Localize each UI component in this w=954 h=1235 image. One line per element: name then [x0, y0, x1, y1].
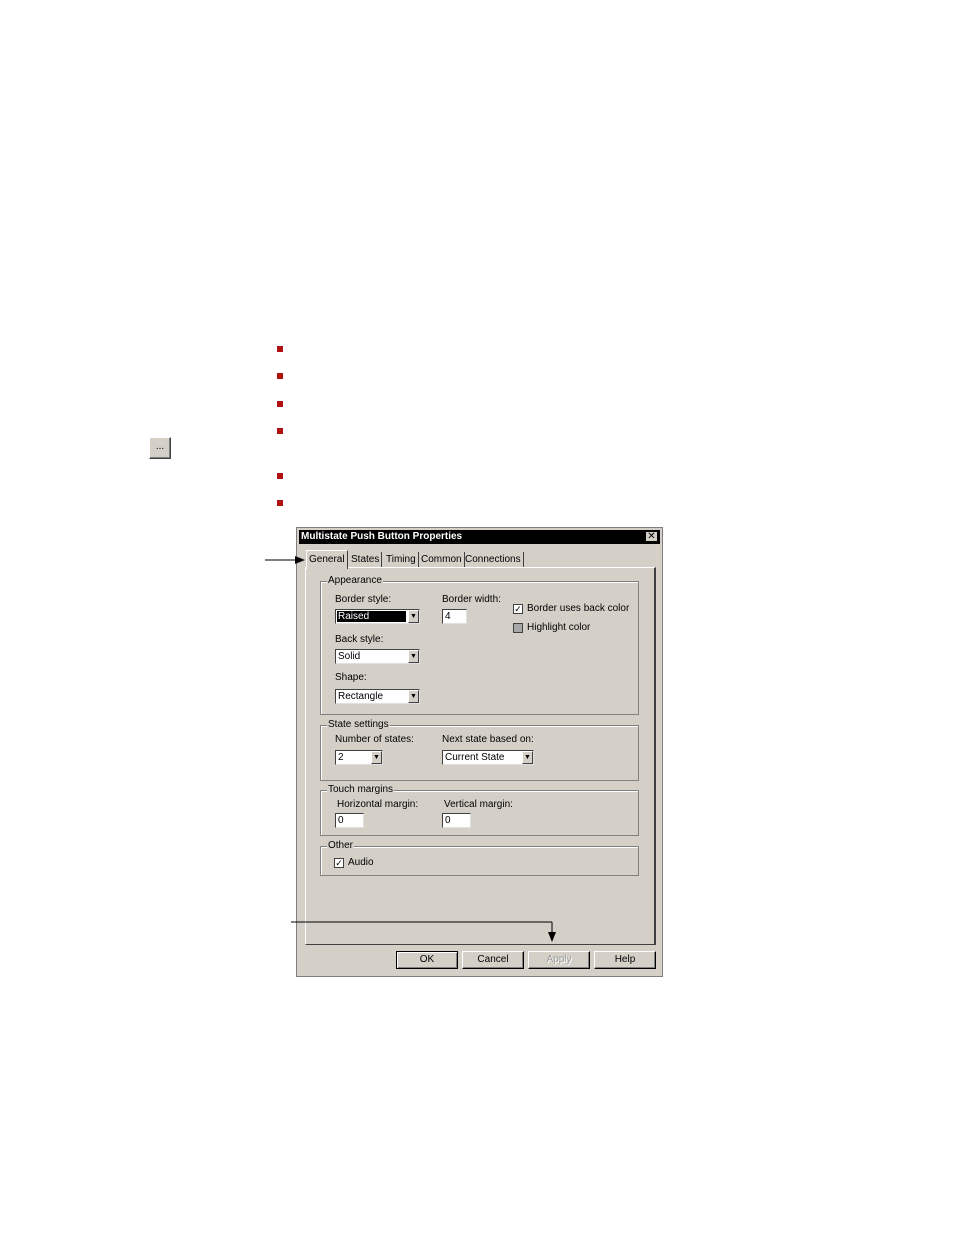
other-group-title: Other [327, 840, 355, 852]
tab-panel-general: Appearance Border style: Raised ▼ Border… [305, 567, 656, 945]
bullet-marker [277, 346, 283, 352]
chevron-down-icon[interactable]: ▼ [408, 610, 419, 623]
audio-label: Audio [348, 857, 374, 868]
state-settings-group: State settings Number of states: 2 ▼ Nex… [320, 719, 639, 781]
bullet-marker [277, 373, 283, 379]
next-state-select[interactable]: Current State ▼ [442, 750, 534, 765]
ok-button[interactable]: OK [396, 951, 458, 969]
touch-margins-group: Touch margins Horizontal margin: 0 Verti… [320, 784, 639, 836]
bullet-marker [277, 401, 283, 407]
audio-checkbox[interactable]: ✓ [334, 858, 344, 868]
back-style-value: Solid [338, 651, 361, 662]
other-group: Other ✓ Audio [320, 840, 639, 876]
border-style-value: Raised [337, 611, 406, 622]
appearance-group: Appearance Border style: Raised ▼ Border… [320, 575, 639, 715]
tab-states[interactable]: States [349, 552, 383, 567]
shape-select[interactable]: Rectangle ▼ [335, 689, 420, 704]
apply-button[interactable]: Apply [528, 951, 590, 969]
shape-value: Rectangle [338, 691, 384, 702]
tab-common[interactable]: Common [419, 552, 465, 567]
close-icon[interactable]: ✕ [645, 531, 658, 542]
number-of-states-select[interactable]: 2 ▼ [335, 750, 383, 765]
ellipsis-button[interactable]: ... [149, 437, 171, 459]
vertical-margin-input[interactable]: 0 [442, 813, 471, 828]
cancel-button[interactable]: Cancel [462, 951, 524, 969]
border-style-select[interactable]: Raised ▼ [335, 609, 420, 624]
chevron-down-icon[interactable]: ▼ [371, 751, 382, 764]
dialog-title: Multistate Push Button Properties [301, 531, 463, 542]
number-of-states-value: 2 [338, 752, 344, 763]
highlight-color-label: Highlight color [527, 622, 591, 633]
tab-general[interactable]: General [306, 550, 348, 569]
next-state-value: Current State [445, 752, 505, 763]
horizontal-margin-label: Horizontal margin: [337, 799, 419, 810]
chevron-down-icon[interactable]: ▼ [408, 690, 419, 703]
horizontal-margin-input[interactable]: 0 [335, 813, 364, 828]
border-width-input[interactable]: 4 [442, 609, 467, 624]
touch-margins-group-title: Touch margins [327, 784, 395, 796]
chevron-down-icon[interactable]: ▼ [522, 751, 533, 764]
chevron-down-icon[interactable]: ▼ [408, 650, 419, 663]
bullet-marker [277, 473, 283, 479]
border-uses-back-color-checkbox[interactable]: ✓ [513, 604, 523, 614]
bullet-marker [277, 428, 283, 434]
border-style-label: Border style: [335, 594, 392, 605]
shape-label: Shape: [335, 672, 367, 683]
state-settings-group-title: State settings [327, 719, 390, 731]
border-uses-back-color-label: Border uses back color [527, 603, 630, 614]
number-of-states-label: Number of states: [335, 734, 414, 745]
appearance-group-title: Appearance [327, 575, 383, 587]
back-style-select[interactable]: Solid ▼ [335, 649, 420, 664]
help-button[interactable]: Help [594, 951, 656, 969]
tab-timing[interactable]: Timing [384, 552, 419, 567]
vertical-margin-label: Vertical margin: [444, 799, 513, 810]
properties-dialog: Multistate Push Button Properties ✕ Gene… [296, 527, 663, 977]
back-style-label: Back style: [335, 634, 384, 645]
dialog-titlebar[interactable]: Multistate Push Button Properties ✕ [299, 530, 660, 544]
border-width-label: Border width: [442, 594, 501, 605]
bullet-marker [277, 500, 283, 506]
next-state-label: Next state based on: [442, 734, 534, 745]
highlight-color-swatch[interactable] [513, 623, 523, 633]
tab-connections[interactable]: Connections [463, 552, 524, 567]
